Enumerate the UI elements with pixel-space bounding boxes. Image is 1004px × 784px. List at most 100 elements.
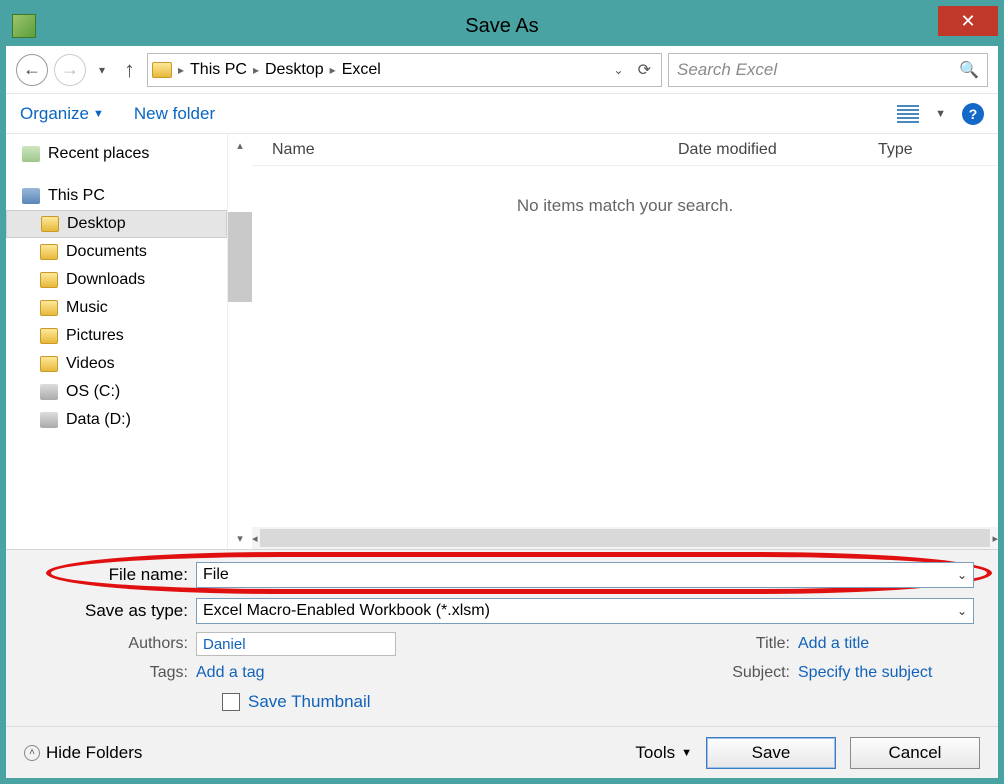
drive-icon <box>40 412 58 428</box>
nav-row: ← → ▾ ↑ ▸ This PC ▸ Desktop ▸ Excel ⌄ ⟳ … <box>6 46 998 94</box>
organize-menu[interactable]: Organize ▼ <box>20 104 104 124</box>
search-input[interactable] <box>677 60 959 80</box>
search-box[interactable]: 🔍 <box>668 53 988 87</box>
forward-button[interactable]: → <box>54 54 86 86</box>
refresh-button[interactable]: ⟳ <box>632 60 657 80</box>
back-button[interactable]: ← <box>16 54 48 86</box>
window-title: Save As <box>465 15 538 38</box>
navigation-pane: Recent places This PC Desktop Documents … <box>6 134 228 549</box>
tools-menu[interactable]: Tools ▼ <box>635 743 692 763</box>
tree-item-label: Music <box>66 299 108 317</box>
save-type-label: Save as type: <box>6 601 196 621</box>
scroll-up-icon[interactable]: ▴ <box>228 134 252 156</box>
chevron-down-icon[interactable]: ⌄ <box>957 568 967 582</box>
footer: ˄ Hide Folders Tools ▼ Save Cancel <box>6 726 998 778</box>
tools-label: Tools <box>635 743 675 763</box>
address-bar[interactable]: ▸ This PC ▸ Desktop ▸ Excel ⌄ ⟳ <box>147 53 662 87</box>
hide-folders-button[interactable]: ˄ Hide Folders <box>24 743 142 763</box>
cancel-button[interactable]: Cancel <box>850 737 980 769</box>
file-name-label: File name: <box>6 565 196 585</box>
scroll-track[interactable] <box>228 156 252 527</box>
scroll-down-icon[interactable]: ▾ <box>228 527 252 549</box>
tree-item-label: Videos <box>66 355 115 373</box>
column-date[interactable]: Date modified <box>678 141 878 159</box>
folder-icon <box>40 300 58 316</box>
help-button[interactable]: ? <box>962 103 984 125</box>
scroll-right-icon[interactable]: ▸ <box>992 527 998 549</box>
folder-icon <box>40 244 58 260</box>
scroll-track[interactable] <box>260 529 991 547</box>
tree-item-videos[interactable]: Videos <box>6 350 227 378</box>
chevron-down-icon: ▼ <box>681 747 692 759</box>
authors-field[interactable]: Daniel <box>196 632 396 656</box>
metadata-grid: Authors: Daniel Title: Add a title Tags:… <box>6 632 998 682</box>
file-name-input[interactable] <box>203 566 967 584</box>
folder-icon <box>40 328 58 344</box>
chevron-right-icon: ▸ <box>328 63 338 77</box>
view-dropdown-icon[interactable]: ▼ <box>935 108 946 120</box>
collapse-icon: ˄ <box>24 745 40 761</box>
drive-icon <box>40 384 58 400</box>
file-list-pane: Name Date modified Type No items match y… <box>252 134 998 549</box>
address-dropdown-icon[interactable]: ⌄ <box>614 63 624 77</box>
scroll-thumb[interactable] <box>228 212 252 302</box>
this-pc-icon <box>22 188 40 204</box>
arrow-right-icon: → <box>61 59 79 80</box>
breadcrumb-this-pc[interactable]: This PC <box>190 61 247 79</box>
save-as-dialog: Save As ✕ ← → ▾ ↑ ▸ This PC ▸ Desktop ▸ … <box>0 0 1004 784</box>
tags-link[interactable]: Add a tag <box>196 664 396 682</box>
tree-item-label: Desktop <box>67 215 126 233</box>
tree-item-downloads[interactable]: Downloads <box>6 266 227 294</box>
tree-item-label: Data (D:) <box>66 411 131 429</box>
tree-item-label: This PC <box>48 187 105 205</box>
breadcrumb-desktop[interactable]: Desktop <box>265 61 324 79</box>
organize-label: Organize <box>20 104 89 124</box>
tree-item-label: OS (C:) <box>66 383 120 401</box>
close-icon: ✕ <box>960 11 975 32</box>
save-type-field[interactable]: Excel Macro-Enabled Workbook (*.xlsm) ⌄ <box>196 598 974 624</box>
folder-icon <box>40 356 58 372</box>
column-name[interactable]: Name <box>272 141 678 159</box>
up-button[interactable]: ↑ <box>118 57 141 83</box>
file-name-field[interactable]: ⌄ <box>196 562 974 588</box>
excel-app-icon <box>12 14 36 38</box>
authors-value: Daniel <box>203 636 246 653</box>
folder-icon <box>40 272 58 288</box>
view-options-button[interactable] <box>897 105 919 123</box>
tree-item-label: Recent places <box>48 145 149 163</box>
tree-item-label: Pictures <box>66 327 124 345</box>
recent-locations-dropdown[interactable]: ▾ <box>92 60 112 80</box>
title-link[interactable]: Add a title <box>798 635 998 653</box>
new-folder-button[interactable]: New folder <box>134 104 215 124</box>
column-type[interactable]: Type <box>878 141 998 159</box>
save-thumbnail-row: Save Thumbnail <box>222 692 998 712</box>
tree-recent-places[interactable]: Recent places <box>6 140 227 168</box>
subject-label: Subject: <box>698 664 798 682</box>
scroll-left-icon[interactable]: ◂ <box>252 527 258 549</box>
chevron-down-icon[interactable]: ⌄ <box>957 604 967 618</box>
tree-item-os-c[interactable]: OS (C:) <box>6 378 227 406</box>
empty-message: No items match your search. <box>252 196 998 216</box>
form-area: File name: ⌄ Save as type: Excel Macro-E… <box>6 549 998 778</box>
tree-item-desktop[interactable]: Desktop <box>6 210 227 238</box>
horizontal-scrollbar[interactable]: ◂ ▸ <box>252 527 998 549</box>
subject-link[interactable]: Specify the subject <box>798 664 998 682</box>
chevron-down-icon: ▼ <box>93 108 104 120</box>
tree-this-pc[interactable]: This PC <box>6 182 227 210</box>
save-thumbnail-label[interactable]: Save Thumbnail <box>248 692 371 712</box>
close-button[interactable]: ✕ <box>938 6 998 36</box>
tree-item-pictures[interactable]: Pictures <box>6 322 227 350</box>
breadcrumb-excel[interactable]: Excel <box>342 61 381 79</box>
save-button[interactable]: Save <box>706 737 836 769</box>
tree-item-data-d[interactable]: Data (D:) <box>6 406 227 434</box>
tree-item-documents[interactable]: Documents <box>6 238 227 266</box>
tree-item-music[interactable]: Music <box>6 294 227 322</box>
chevron-right-icon: ▸ <box>176 63 186 77</box>
list-header: Name Date modified Type <box>252 134 998 166</box>
tags-label: Tags: <box>6 664 196 682</box>
save-thumbnail-checkbox[interactable] <box>222 693 240 711</box>
tree-item-label: Documents <box>66 243 147 261</box>
search-icon[interactable]: 🔍 <box>959 60 979 80</box>
nav-scrollbar[interactable]: ▴ ▾ <box>228 134 252 549</box>
tree-item-label: Downloads <box>66 271 145 289</box>
